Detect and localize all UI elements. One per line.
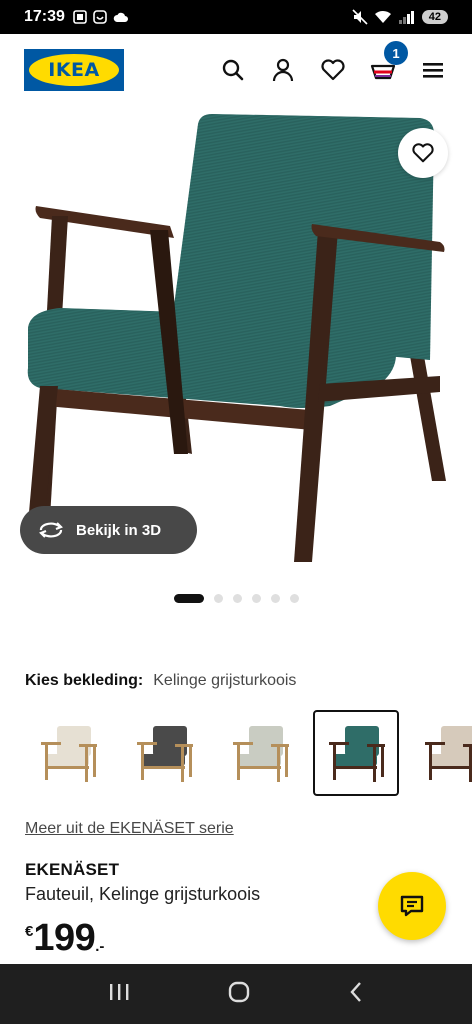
gallery-dot[interactable] bbox=[213, 594, 223, 603]
menu-icon[interactable] bbox=[418, 55, 448, 85]
price-currency: € bbox=[25, 923, 34, 940]
view-in-3d-button[interactable]: Bekijk in 3D bbox=[20, 506, 197, 554]
search-icon[interactable] bbox=[218, 55, 248, 85]
wishlist-heart-icon[interactable] bbox=[318, 55, 348, 85]
gallery-dot[interactable] bbox=[173, 594, 204, 603]
price-decimal: .- bbox=[95, 938, 105, 955]
product-description: Fauteuil, Kelinge grijsturkoois bbox=[25, 884, 261, 904]
upholstery-value: Kelinge grijsturkoois bbox=[153, 672, 297, 689]
account-icon[interactable] bbox=[268, 55, 298, 85]
site-header: IKEA 1 bbox=[0, 34, 472, 106]
armchair-thumbnail bbox=[137, 726, 193, 782]
gallery-dot[interactable] bbox=[232, 594, 242, 603]
price-integer: 199 bbox=[33, 917, 96, 959]
system-navigation-bar bbox=[0, 964, 472, 1024]
recent-apps-icon[interactable] bbox=[108, 982, 130, 1007]
product-name: EKENÄSET bbox=[25, 860, 120, 879]
armchair-thumbnail bbox=[41, 726, 97, 782]
favorite-button[interactable] bbox=[398, 128, 448, 178]
armchair-thumbnail bbox=[233, 726, 289, 782]
chat-icon bbox=[400, 895, 424, 917]
upholstery-swatch-dark-grey[interactable] bbox=[121, 710, 207, 796]
product-image-gallery[interactable]: Bekijk in 3D bbox=[0, 106, 472, 580]
rotate-3d-icon bbox=[39, 522, 63, 538]
series-link[interactable]: Meer uit de EKENÄSET serie bbox=[25, 820, 234, 838]
home-icon[interactable] bbox=[227, 980, 251, 1009]
cloud-icon bbox=[113, 12, 128, 22]
battery-indicator: 42 bbox=[421, 10, 448, 24]
upholstery-swatches bbox=[25, 710, 472, 796]
armchair-thumbnail bbox=[425, 726, 472, 782]
cart-icon[interactable]: 1 bbox=[368, 41, 408, 85]
notification-icons bbox=[73, 10, 129, 24]
gallery-dot[interactable] bbox=[270, 594, 280, 603]
view-in-3d-label: Bekijk in 3D bbox=[76, 521, 162, 539]
cart-count-badge: 1 bbox=[384, 41, 408, 65]
screenshot-icon bbox=[73, 10, 87, 24]
status-time: 17:39 bbox=[24, 8, 65, 25]
upholstery-selector-header: Kies bekleding: Kelinge grijsturkoois bbox=[25, 672, 296, 690]
signal-icon bbox=[398, 11, 414, 24]
back-icon[interactable] bbox=[348, 980, 364, 1009]
ikea-logo[interactable]: IKEA bbox=[24, 49, 124, 91]
logo-text: IKEA bbox=[29, 54, 119, 86]
armchair-thumbnail bbox=[329, 726, 385, 782]
wifi-icon bbox=[374, 10, 391, 23]
status-bar: 17:39 42 bbox=[0, 0, 472, 34]
gallery-dot[interactable] bbox=[251, 594, 261, 603]
upholstery-swatch-grey-turquoise[interactable] bbox=[313, 710, 399, 796]
upholstery-label: Kies bekleding: bbox=[25, 672, 144, 689]
product-price: € 199 .- bbox=[25, 918, 104, 958]
upholstery-swatch-light-grey[interactable] bbox=[217, 710, 303, 796]
smile-app-icon bbox=[93, 10, 107, 24]
heart-icon bbox=[412, 143, 434, 163]
gallery-pagination bbox=[0, 594, 472, 603]
upholstery-swatch-beige[interactable] bbox=[25, 710, 111, 796]
mute-icon bbox=[352, 9, 368, 25]
gallery-dot[interactable] bbox=[289, 594, 299, 603]
upholstery-swatch-light-beige[interactable] bbox=[409, 710, 472, 796]
chat-button[interactable] bbox=[378, 872, 446, 940]
